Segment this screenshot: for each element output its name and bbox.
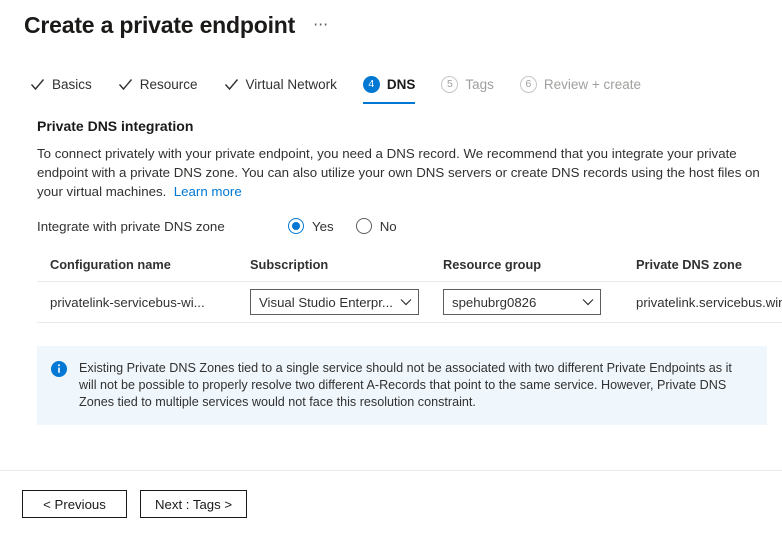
- integrate-dns-zone-label: Integrate with private DNS zone: [37, 219, 288, 234]
- radio-no-indicator[interactable]: [356, 218, 372, 234]
- check-icon: [118, 77, 133, 92]
- column-header-private-dns-zone: Private DNS zone: [623, 257, 782, 282]
- active-tab-underline: [363, 102, 416, 104]
- footer-actions: < Previous Next : Tags >: [22, 490, 260, 518]
- radio-option-yes[interactable]: Yes: [288, 218, 334, 234]
- cell-private-dns-zone: privatelink.servicebus.win...: [623, 282, 782, 323]
- tab-label: Virtual Network: [246, 77, 337, 92]
- column-header-resource-group: Resource group: [430, 257, 623, 282]
- tab-label: Review + create: [544, 77, 641, 92]
- tab-basics[interactable]: Basics: [30, 69, 92, 101]
- previous-button[interactable]: < Previous: [22, 490, 127, 518]
- main-content: Private DNS integration To connect priva…: [0, 118, 782, 425]
- tab-resource[interactable]: Resource: [118, 69, 198, 101]
- resource-group-value: spehubrg0826: [452, 295, 536, 310]
- integrate-dns-zone-row: Integrate with private DNS zone Yes No: [37, 218, 772, 234]
- radio-no-label: No: [380, 219, 397, 234]
- step-number-badge: 4: [363, 76, 380, 93]
- table-header-row: Configuration name Subscription Resource…: [37, 257, 782, 282]
- tab-dns[interactable]: 4 DNS: [363, 69, 416, 101]
- more-options-icon[interactable]: ⋯: [309, 16, 333, 34]
- table-body: privatelink-servicebus-wi... Visual Stud…: [37, 282, 782, 323]
- section-description: To connect privately with your private e…: [37, 144, 772, 201]
- subscription-dropdown[interactable]: Visual Studio Enterpr...: [250, 289, 419, 315]
- configuration-name-value: privatelink-servicebus-wi...: [50, 295, 237, 310]
- info-banner: Existing Private DNS Zones tied to a sin…: [37, 346, 767, 425]
- wizard-tabs: Basics Resource Virtual Network 4 DNS 5 …: [0, 69, 782, 103]
- tab-review-create[interactable]: 6 Review + create: [520, 69, 641, 101]
- cell-subscription: Visual Studio Enterpr...: [237, 282, 430, 323]
- tab-label: Tags: [465, 77, 494, 92]
- description-text: To connect privately with your private e…: [37, 146, 760, 199]
- check-icon: [30, 77, 45, 92]
- tab-label: DNS: [387, 77, 416, 92]
- radio-yes-indicator[interactable]: [288, 218, 304, 234]
- resource-group-dropdown[interactable]: spehubrg0826: [443, 289, 601, 315]
- subscription-value: Visual Studio Enterpr...: [259, 295, 393, 310]
- tab-virtual-network[interactable]: Virtual Network: [224, 69, 337, 101]
- chevron-down-icon: [400, 298, 412, 306]
- cell-configuration-name: privatelink-servicebus-wi...: [37, 282, 237, 323]
- step-number-badge: 5: [441, 76, 458, 93]
- page-title: Create a private endpoint: [24, 10, 295, 40]
- radio-option-no[interactable]: No: [356, 218, 397, 234]
- chevron-down-icon: [582, 298, 594, 306]
- info-icon: [51, 361, 67, 382]
- column-header-configuration-name: Configuration name: [37, 257, 237, 282]
- table-row: privatelink-servicebus-wi... Visual Stud…: [37, 282, 782, 323]
- column-header-subscription: Subscription: [237, 257, 430, 282]
- cell-resource-group: spehubrg0826: [430, 282, 623, 323]
- next-button[interactable]: Next : Tags >: [140, 490, 247, 518]
- page-header: Create a private endpoint ⋯: [0, 0, 782, 40]
- info-banner-text: Existing Private DNS Zones tied to a sin…: [79, 360, 751, 411]
- tab-label: Resource: [140, 77, 198, 92]
- dns-configuration-table: Configuration name Subscription Resource…: [37, 257, 782, 323]
- check-icon: [224, 77, 239, 92]
- private-dns-zone-value: privatelink.servicebus.win...: [636, 295, 782, 310]
- tab-tags[interactable]: 5 Tags: [441, 69, 494, 101]
- step-number-badge: 6: [520, 76, 537, 93]
- footer-divider: [0, 470, 782, 471]
- section-heading: Private DNS integration: [37, 118, 772, 134]
- table-header: Configuration name Subscription Resource…: [37, 257, 782, 282]
- learn-more-link[interactable]: Learn more: [174, 184, 242, 199]
- radio-yes-label: Yes: [312, 219, 334, 234]
- tab-label: Basics: [52, 77, 92, 92]
